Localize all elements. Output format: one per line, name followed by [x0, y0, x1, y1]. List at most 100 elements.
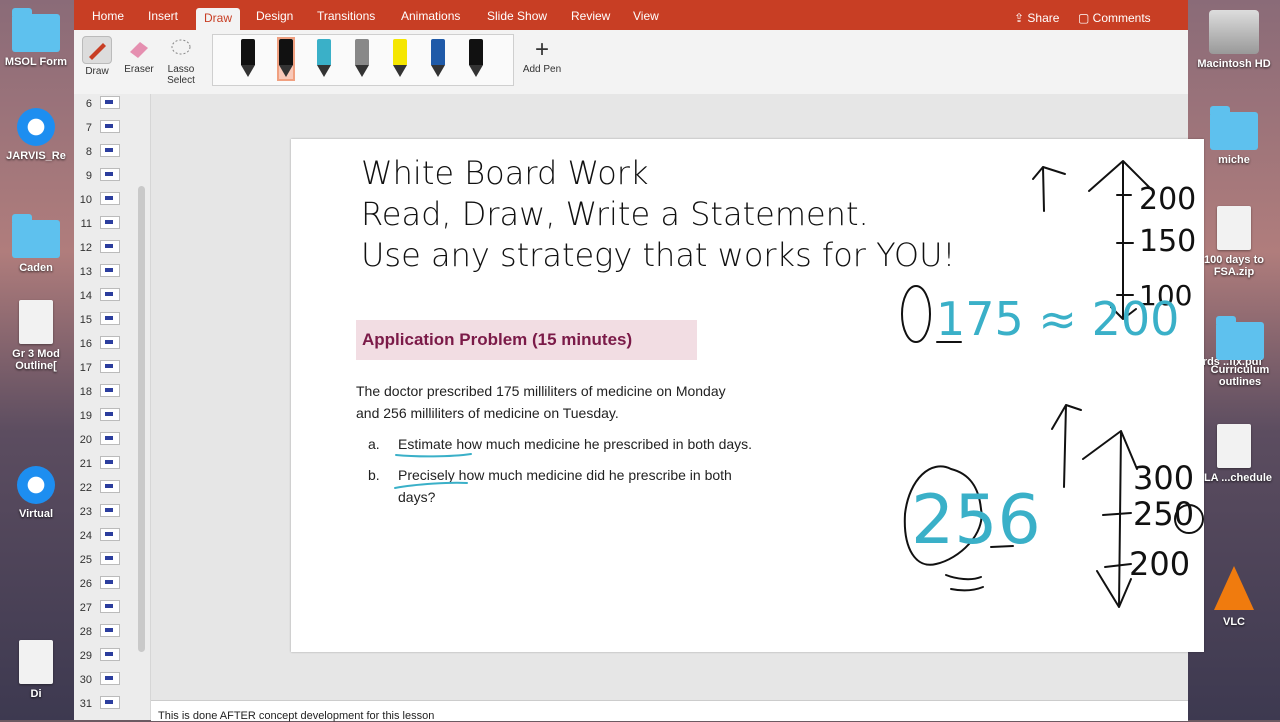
- slide-thumbnail[interactable]: 9: [74, 168, 144, 194]
- comments-button[interactable]: ▢ Comments: [1078, 11, 1151, 25]
- folder-icon: [1210, 106, 1258, 150]
- slide-thumbnail[interactable]: 11: [74, 216, 144, 242]
- slide-thumbnail[interactable]: 22: [74, 480, 144, 506]
- slide-number: 9: [85, 170, 92, 182]
- desktop-icon-jarvis[interactable]: JARVIS_Re: [0, 108, 82, 162]
- pen-icon: [317, 39, 331, 65]
- add-pen-button[interactable]: + Add Pen: [520, 36, 564, 75]
- draw-label: Draw: [85, 66, 109, 77]
- desktop-icon-label: miche: [1218, 154, 1250, 166]
- pen-tip-icon: [279, 65, 293, 77]
- slide-thumbnail[interactable]: 6: [74, 96, 144, 122]
- slide-thumbnail[interactable]: 12: [74, 240, 144, 266]
- desktop-icon-gr3[interactable]: Gr 3 Mod Outline[: [0, 300, 82, 372]
- slide-thumbnail-image: [100, 696, 120, 709]
- desktop-icon-curriculum[interactable]: Curriculum outlines: [1194, 316, 1280, 388]
- eraser-button[interactable]: Eraser: [116, 34, 162, 75]
- pen-4[interactable]: [355, 39, 369, 79]
- tab-home[interactable]: Home: [92, 9, 124, 23]
- desktop-icon-macintosh-hd[interactable]: Macintosh HD: [1188, 10, 1280, 70]
- folder-icon: [12, 8, 60, 52]
- pen-tip-icon: [393, 65, 407, 77]
- slide-thumbnail-image: [100, 504, 120, 517]
- slide-thumbnail-image: [100, 672, 120, 685]
- pen-tip-icon: [241, 65, 255, 77]
- slide-thumbnail[interactable]: 29: [74, 648, 144, 674]
- slide-thumbnail-pane: 6 7 8 9 10 11 12 13 14 15 16 17 18 19 20 21 22 23 24 25 26 27…: [74, 94, 151, 720]
- slide-thumbnail[interactable]: 26: [74, 576, 144, 602]
- desktop-icon-label: Caden: [19, 262, 53, 274]
- tab-slide-show[interactable]: Slide Show: [487, 9, 547, 23]
- slide-thumbnail-image: [100, 96, 120, 109]
- thumbnail-scrollbar[interactable]: [138, 186, 145, 652]
- slide-thumbnail[interactable]: 21: [74, 456, 144, 482]
- slide-thumbnail[interactable]: 17: [74, 360, 144, 386]
- slide-thumbnail-image: [100, 312, 120, 325]
- tab-insert[interactable]: Insert: [148, 9, 178, 23]
- slide-number: 23: [79, 506, 92, 518]
- pen-2-selected[interactable]: [277, 37, 295, 81]
- slide-number: 17: [79, 362, 92, 374]
- slide-thumbnail[interactable]: 18: [74, 384, 144, 410]
- slide-thumbnail[interactable]: 20: [74, 432, 144, 458]
- slide-thumbnail[interactable]: 24: [74, 528, 144, 554]
- highlighter-yellow[interactable]: [393, 39, 407, 79]
- slide-number: 30: [79, 674, 92, 686]
- slide-thumbnail-image: [100, 456, 120, 469]
- desktop-icon-di[interactable]: Di: [0, 640, 82, 700]
- slide-thumbnail[interactable]: 15: [74, 312, 144, 338]
- desktop-icon-label: Macintosh HD: [1197, 58, 1271, 70]
- desktop-icon-msol[interactable]: MSOL Form: [0, 8, 82, 68]
- current-slide[interactable]: White Board Work Read, Draw, Write a Sta…: [291, 139, 1204, 652]
- slide-thumbnail-image: [100, 552, 120, 565]
- tab-transitions[interactable]: Transitions: [317, 9, 375, 23]
- slide-thumbnail[interactable]: 16: [74, 336, 144, 362]
- desktop-icon-caden[interactable]: Caden: [0, 214, 82, 274]
- pen-1[interactable]: [241, 39, 255, 79]
- tab-review[interactable]: Review: [571, 9, 610, 23]
- slide-thumbnail-image: [100, 360, 120, 373]
- ink-underline-estimate: [395, 453, 472, 458]
- tab-view[interactable]: View: [633, 9, 659, 23]
- ink-ticks-top: [1116, 194, 1134, 296]
- slide-thumbnail[interactable]: 30: [74, 672, 144, 698]
- pen-blue[interactable]: [431, 39, 445, 79]
- ink-approx-bottom: [945, 574, 984, 592]
- slide-thumbnail[interactable]: 31: [74, 696, 144, 722]
- slide-thumbnail[interactable]: 27: [74, 600, 144, 626]
- slide-thumbnail[interactable]: 28: [74, 624, 144, 650]
- eraser-label: Eraser: [124, 64, 154, 75]
- lasso-select-button[interactable]: Lasso Select: [158, 34, 204, 86]
- pen-3[interactable]: [317, 39, 331, 79]
- slide-thumbnail[interactable]: 7: [74, 120, 144, 146]
- slide-thumbnail[interactable]: 23: [74, 504, 144, 530]
- tab-animations[interactable]: Animations: [401, 9, 460, 23]
- slide-number: 27: [79, 602, 92, 614]
- slide-thumbnail[interactable]: 14: [74, 288, 144, 314]
- desktop-icon-label: RLA ...chedule: [1196, 472, 1272, 484]
- draw-button[interactable]: Draw: [74, 34, 120, 77]
- slide-thumbnail[interactable]: 13: [74, 264, 144, 290]
- slide-thumbnail[interactable]: 8: [74, 144, 144, 170]
- pen-icon: [355, 39, 369, 65]
- ink-underline-precisely: [394, 481, 468, 489]
- document-icon: [19, 300, 53, 344]
- tab-design[interactable]: Design: [256, 9, 293, 23]
- share-button[interactable]: ⇪ Share: [1014, 11, 1059, 25]
- slide-number: 16: [79, 338, 92, 350]
- desktop-icon-virtual[interactable]: Virtual: [0, 466, 82, 520]
- slide-thumbnail[interactable]: 19: [74, 408, 144, 434]
- slide-number: 19: [79, 410, 92, 422]
- slide-thumbnail[interactable]: 25: [74, 552, 144, 578]
- slide-thumbnail-image: [100, 432, 120, 445]
- slide-thumbnail-image: [100, 648, 120, 661]
- ink-ticks-bottom: [1102, 512, 1132, 568]
- share-label: Share: [1027, 11, 1060, 25]
- slide-thumbnail[interactable]: 10: [74, 192, 144, 218]
- pen-black[interactable]: [469, 39, 483, 79]
- pen-icon: [431, 39, 445, 65]
- tab-draw[interactable]: Draw: [196, 8, 241, 31]
- speaker-notes[interactable]: This is done AFTER concept development f…: [151, 700, 1188, 722]
- document-icon: [19, 640, 53, 684]
- slide-thumbnail-image: [100, 288, 120, 301]
